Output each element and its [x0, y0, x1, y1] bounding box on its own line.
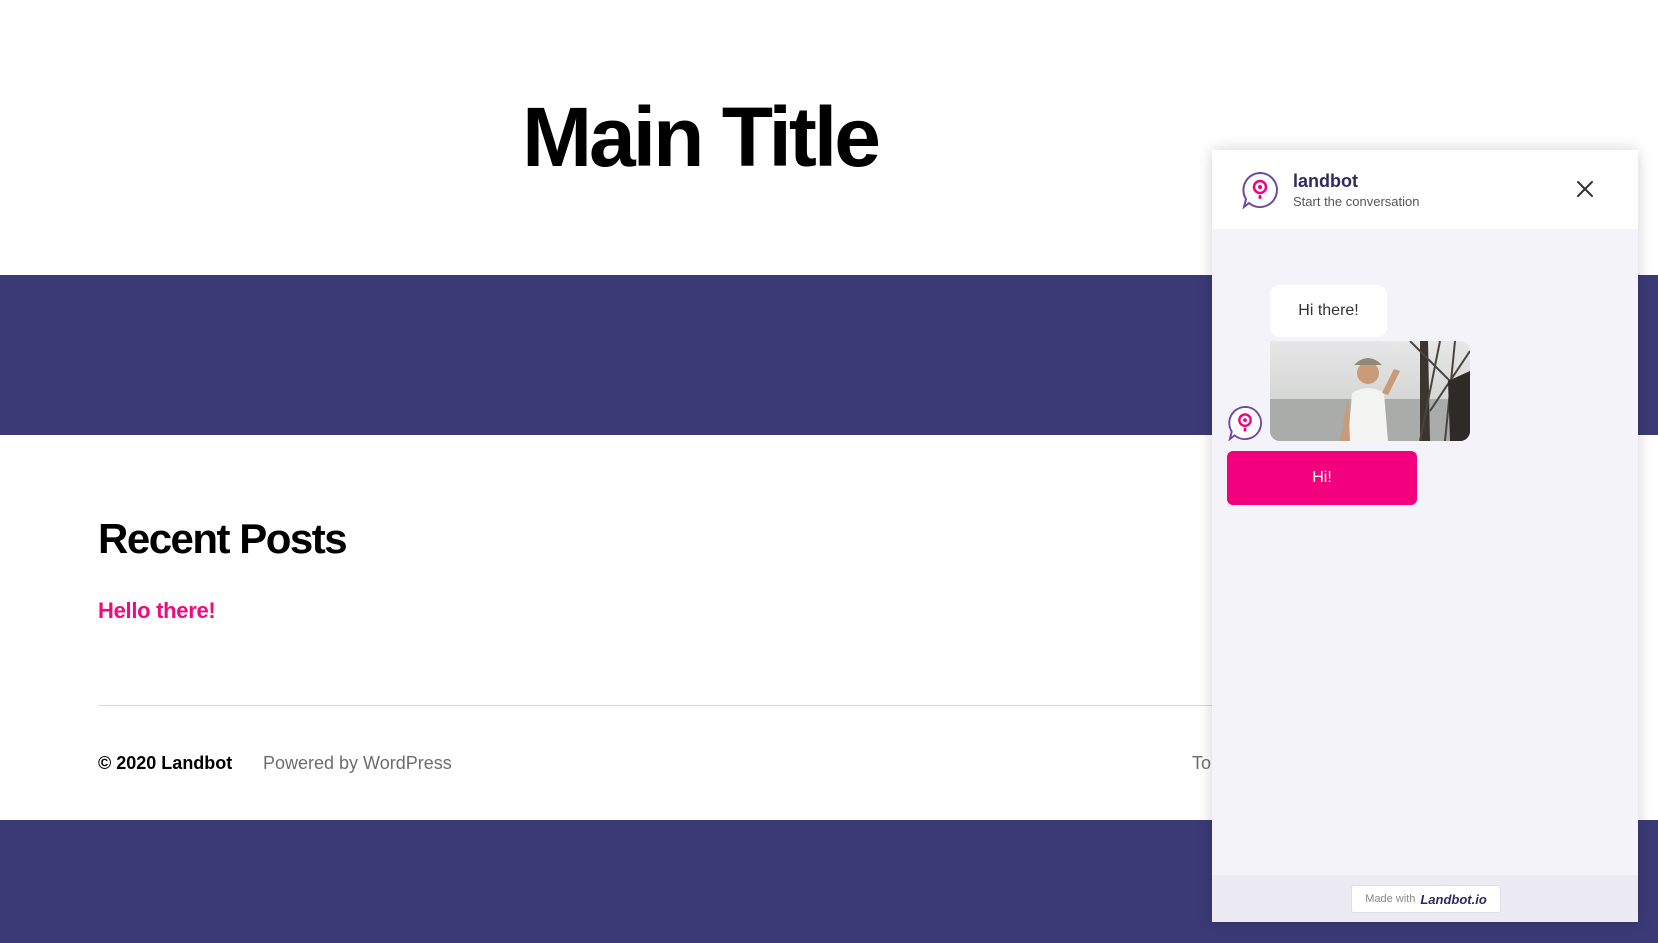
chat-widget: landbot Start the conversation Hi there!…	[1212, 150, 1638, 922]
made-with-landbot-link[interactable]: Made with Landbot.io	[1351, 885, 1501, 913]
copyright-text: © 2020 Landbot	[98, 753, 233, 773]
chat-footer: Made with Landbot.io	[1212, 875, 1638, 922]
close-icon[interactable]	[1572, 176, 1598, 202]
post-link[interactable]: Hello there!	[98, 598, 216, 624]
message-gif	[1270, 341, 1470, 441]
made-with-label: Made with	[1365, 893, 1416, 905]
chat-subtitle: Start the conversation	[1293, 194, 1420, 209]
chat-title: landbot	[1293, 171, 1358, 191]
footer-divider	[98, 705, 1218, 706]
landbot-brand: Landbot.io	[1420, 891, 1487, 907]
landbot-logo-icon	[1242, 171, 1278, 209]
powered-by-link[interactable]: Powered by WordPress	[263, 753, 452, 774]
bot-message: Hi there!	[1270, 285, 1387, 337]
chat-header: landbot Start the conversation	[1212, 150, 1638, 229]
to-top-link[interactable]: To	[1192, 753, 1211, 774]
recent-posts-heading: Recent Posts	[98, 515, 348, 562]
page-title: Main Title	[522, 90, 881, 184]
reply-button[interactable]: Hi!	[1227, 451, 1417, 505]
bot-avatar-icon	[1228, 405, 1262, 441]
